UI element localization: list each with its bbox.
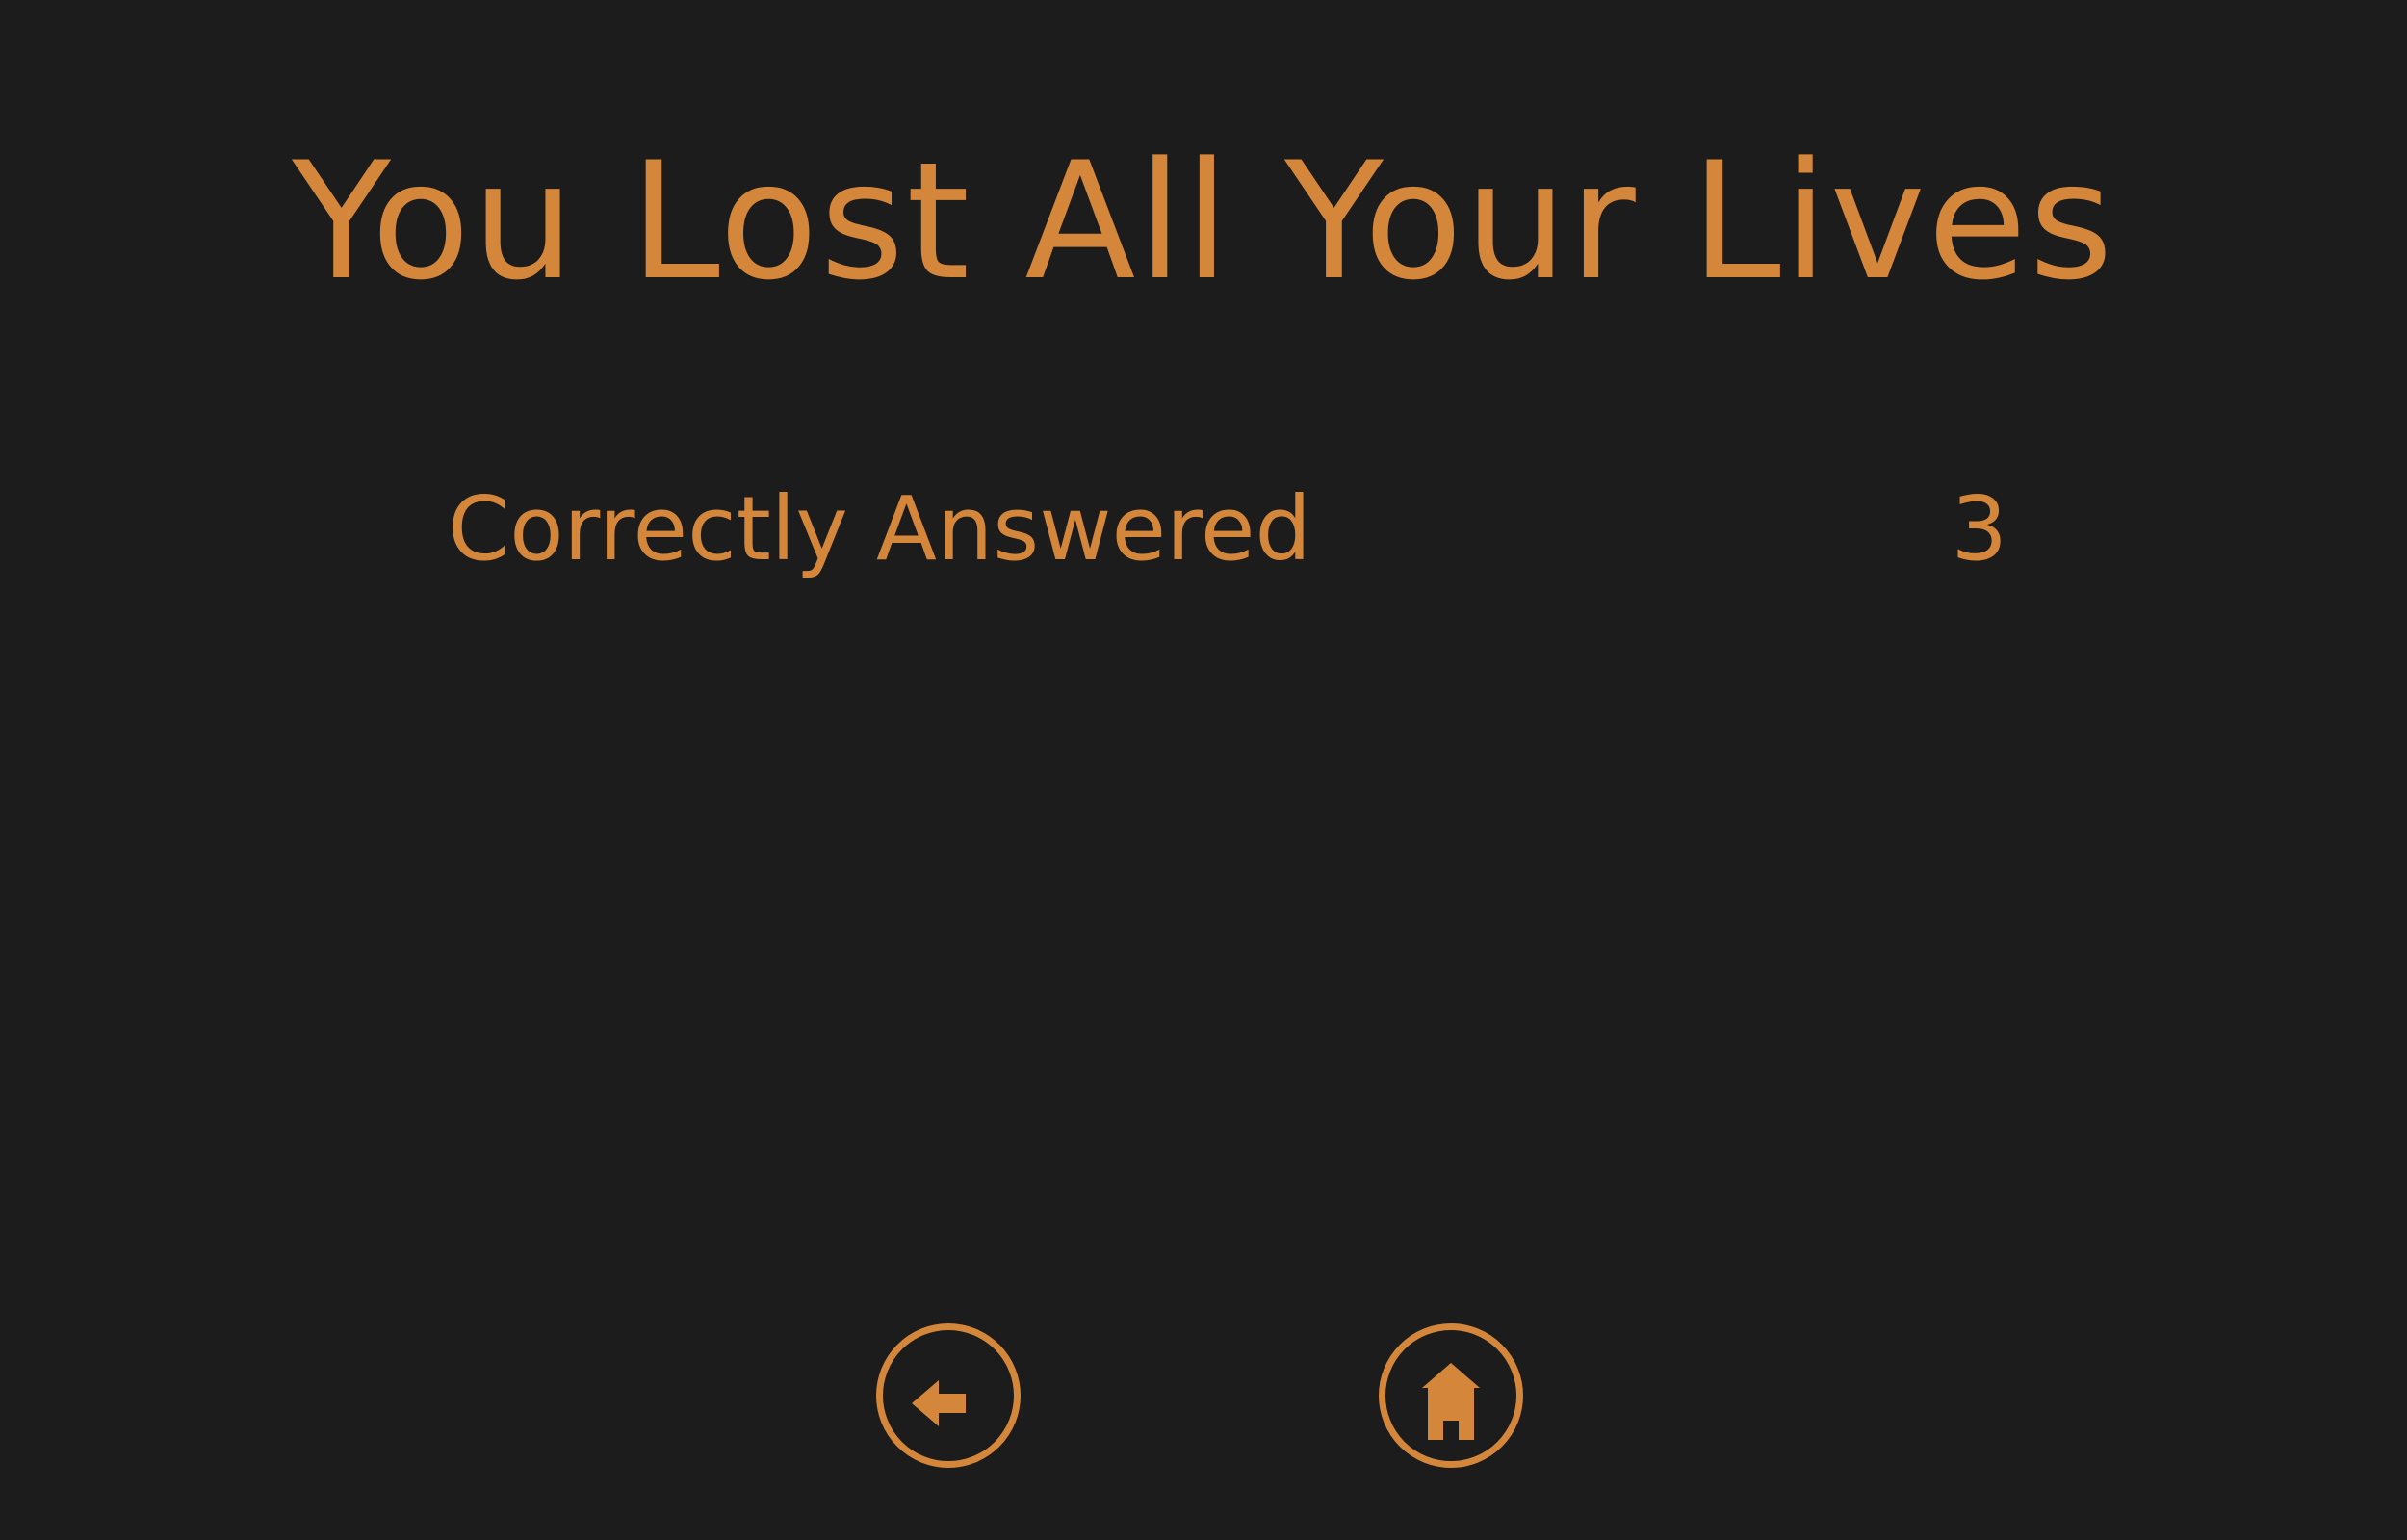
home-button[interactable] [1379,1323,1523,1468]
game-over-title: You Lost All Your Lives [292,127,2115,316]
correct-answers-label: Correctly Answered [448,477,1311,580]
back-arrow-icon [912,1380,966,1426]
back-button[interactable] [876,1323,1021,1468]
home-icon [1422,1363,1480,1440]
correct-answers-row: Correctly Answered 3 [448,472,2007,587]
correct-answers-value: 3 [1951,477,2007,580]
